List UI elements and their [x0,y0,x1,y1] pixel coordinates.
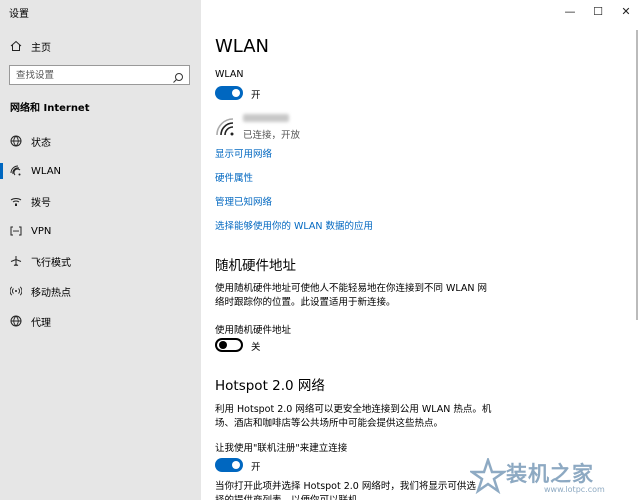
watermark: 装机之家 www.lotpc.com [466,454,636,498]
globe-status-icon [9,134,23,148]
sidebar-item-airplane[interactable]: 飞行模式 [0,250,201,272]
hardware-properties-link[interactable]: 硬件属性 [215,170,253,184]
sidebar-item-label: 拨号 [31,197,51,209]
home-nav-item[interactable]: 主页 [0,36,201,56]
sidebar-item-dialup[interactable]: 拨号 [0,190,201,212]
hotspot-icon [9,284,23,298]
watermark-text: 装机之家 [506,462,594,486]
minimize-button[interactable]: — [556,0,584,22]
watermark-star-icon [470,458,506,494]
watermark-url: www.lotpc.com [544,485,605,494]
search-input[interactable] [10,69,170,81]
wlan-toggle[interactable] [215,86,243,100]
wlan-toggle-state: 开 [251,90,261,101]
network-status: 已连接，开放 [243,130,301,141]
choose-apps-link[interactable]: 选择能够使用你的 WLAN 数据的应用 [215,218,373,232]
network-signal-icon[interactable] [215,115,237,137]
main-pane: — ☐ ✕ WLAN WLAN 开 已连接，开放 显示可用网络 硬件属性 管理已… [201,0,640,500]
airplane-icon [9,254,23,268]
sidebar-item-label: 状态 [31,137,51,149]
sidebar-item-proxy[interactable]: 代理 [0,310,201,332]
search-box[interactable] [9,65,190,85]
hotspot2-toggle[interactable] [215,458,243,472]
proxy-globe-icon [9,314,23,328]
sidebar-item-hotspot[interactable]: 移动热点 [0,280,201,302]
vpn-icon [9,224,23,238]
random-mac-description: 使用随机硬件地址可使他人不能轻易地在你连接到不同 WLAN 网络时跟踪你的位置。… [215,283,488,308]
window-controls: — ☐ ✕ [556,0,640,22]
sidebar-item-label: WLAN [31,165,62,177]
network-name-blurred [243,114,289,122]
app-title: 设置 [9,9,29,20]
home-icon [10,40,22,52]
wifi-icon [9,164,23,178]
sidebar-item-label: 移动热点 [31,287,71,299]
random-mac-toggle-label: 使用随机硬件地址 [215,325,292,336]
random-mac-toggle[interactable] [215,338,243,352]
wlan-toggle-label: WLAN [215,69,244,80]
close-button[interactable]: ✕ [612,0,640,22]
sidebar: 设置 主页 网络和 Internet 状态 WLAN 拨号 V [0,0,201,500]
hotspot2-toggle-state: 开 [251,462,261,473]
sidebar-item-label: 代理 [31,317,51,329]
hotspot2-heading: Hotspot 2.0 网络 [215,378,325,394]
random-mac-heading: 随机硬件地址 [215,258,296,274]
sidebar-item-label: VPN [31,225,52,237]
sidebar-item-label: 飞行模式 [31,257,71,269]
dialup-icon [9,194,23,208]
maximize-button[interactable]: ☐ [584,0,612,22]
random-mac-toggle-state: 关 [251,342,261,353]
sidebar-item-wlan[interactable]: WLAN [0,160,201,182]
page-title: WLAN [215,36,270,57]
hotspot2-description: 利用 Hotspot 2.0 网络可以更安全地连接到公用 WLAN 热点。机场、… [215,404,492,429]
hotspot2-more-text: 当你打开此项并选择 Hotspot 2.0 网络时，我们将显示可供选择的提供商列… [215,481,476,500]
search-icon[interactable] [172,69,184,83]
sidebar-item-vpn[interactable]: VPN [0,220,201,242]
manage-known-networks-link[interactable]: 管理已知网络 [215,194,272,208]
section-label: 网络和 Internet [10,103,90,114]
home-label: 主页 [31,42,51,54]
sidebar-item-status[interactable]: 状态 [0,130,201,152]
show-available-networks-link[interactable]: 显示可用网络 [215,146,272,160]
scrollbar[interactable] [636,30,638,320]
hotspot2-toggle-label: 让我使用"联机注册"来建立连接 [215,443,348,454]
